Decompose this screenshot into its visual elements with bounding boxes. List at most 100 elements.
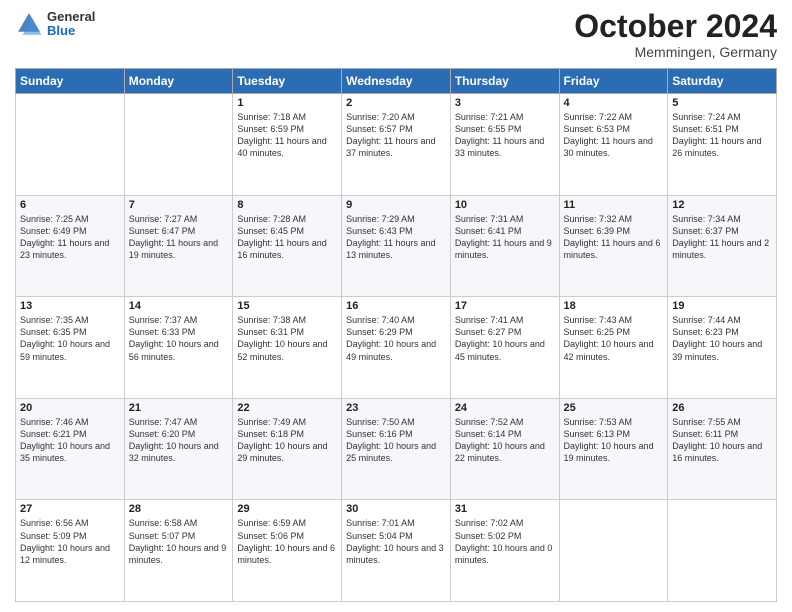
day-detail: Sunrise: 7:46 AM Sunset: 6:21 PM Dayligh…: [20, 416, 120, 465]
day-detail: Sunrise: 6:59 AM Sunset: 5:06 PM Dayligh…: [237, 517, 337, 566]
weekday-header-row: SundayMondayTuesdayWednesdayThursdayFrid…: [16, 69, 777, 94]
day-detail: Sunrise: 7:35 AM Sunset: 6:35 PM Dayligh…: [20, 314, 120, 363]
day-number: 27: [20, 503, 120, 515]
week-row-3: 13 Sunrise: 7:35 AM Sunset: 6:35 PM Dayli…: [16, 297, 777, 399]
calendar-table: SundayMondayTuesdayWednesdayThursdayFrid…: [15, 68, 777, 602]
week-row-2: 6 Sunrise: 7:25 AM Sunset: 6:49 PM Daylig…: [16, 195, 777, 297]
day-detail: Sunrise: 6:56 AM Sunset: 5:09 PM Dayligh…: [20, 517, 120, 566]
header: General Blue October 2024 Memmingen, Ger…: [15, 10, 777, 60]
day-number: 6: [20, 199, 120, 211]
day-cell: 20Sunrise: 7:46 AM Sunset: 6:21 PM Dayli…: [16, 398, 125, 500]
day-detail: Sunrise: 7:22 AM Sunset: 6:53 PM Dayligh…: [564, 111, 664, 160]
day-cell: [668, 500, 777, 602]
day-detail: Sunrise: 7:40 AM Sunset: 6:29 PM Dayligh…: [346, 314, 446, 363]
day-number: 11: [564, 199, 664, 211]
weekday-header-thursday: Thursday: [450, 69, 559, 94]
day-cell: [124, 94, 233, 196]
day-number: 7: [129, 199, 229, 211]
day-cell: 27 Sunrise: 6:56 AM Sunset: 5:09 PM Dayli…: [16, 500, 125, 602]
day-detail: Sunrise: 7:29 AM Sunset: 6:43 PM Dayligh…: [346, 213, 446, 262]
day-detail: Sunrise: 7:31 AM Sunset: 6:41 PM Dayligh…: [455, 213, 555, 262]
day-detail: Sunrise: 7:55 AM Sunset: 6:11 PM Dayligh…: [672, 416, 772, 465]
title-month: October 2024: [574, 10, 777, 42]
day-detail: Sunrise: 7:32 AM Sunset: 6:39 PM Dayligh…: [564, 213, 664, 262]
day-cell: 26 Sunrise: 7:55 AM Sunset: 6:11 PM Dayli…: [668, 398, 777, 500]
day-detail: Sunrise: 7:01 AM Sunset: 5:04 PM Dayligh…: [346, 517, 446, 566]
day-cell: 25Sunrise: 7:53 AM Sunset: 6:13 PM Dayli…: [559, 398, 668, 500]
day-cell: 5Sunrise: 7:24 AM Sunset: 6:51 PM Daylig…: [668, 94, 777, 196]
day-cell: 22Sunrise: 7:49 AM Sunset: 6:18 PM Dayli…: [233, 398, 342, 500]
week-row-5: 27 Sunrise: 6:56 AM Sunset: 5:09 PM Dayli…: [16, 500, 777, 602]
weekday-header-friday: Friday: [559, 69, 668, 94]
weekday-header-tuesday: Tuesday: [233, 69, 342, 94]
day-detail: Sunrise: 7:28 AM Sunset: 6:45 PM Dayligh…: [237, 213, 337, 262]
day-cell: 15 Sunrise: 7:38 AM Sunset: 6:31 PM Dayli…: [233, 297, 342, 399]
logo-icon: [15, 10, 43, 38]
day-cell: 31 Sunrise: 7:02 AM Sunset: 5:02 PM Dayli…: [450, 500, 559, 602]
day-detail: Sunrise: 7:02 AM Sunset: 5:02 PM Dayligh…: [455, 517, 555, 566]
day-cell: 17Sunrise: 7:41 AM Sunset: 6:27 PM Dayli…: [450, 297, 559, 399]
day-detail: Sunrise: 7:27 AM Sunset: 6:47 PM Dayligh…: [129, 213, 229, 262]
day-number: 29: [237, 503, 337, 515]
day-number: 18: [564, 300, 664, 312]
logo: General Blue: [15, 10, 95, 39]
day-cell: 24Sunrise: 7:52 AM Sunset: 6:14 PM Dayli…: [450, 398, 559, 500]
logo-text: General Blue: [47, 10, 95, 39]
day-number: 15: [237, 300, 337, 312]
weekday-header-wednesday: Wednesday: [342, 69, 451, 94]
day-number: 23: [346, 402, 446, 414]
day-detail: Sunrise: 7:49 AM Sunset: 6:18 PM Dayligh…: [237, 416, 337, 465]
day-detail: Sunrise: 7:41 AM Sunset: 6:27 PM Dayligh…: [455, 314, 555, 363]
day-number: 24: [455, 402, 555, 414]
day-cell: 8Sunrise: 7:28 AM Sunset: 6:45 PM Daylig…: [233, 195, 342, 297]
day-number: 12: [672, 199, 772, 211]
week-row-1: 1Sunrise: 7:18 AM Sunset: 6:59 PM Daylig…: [16, 94, 777, 196]
day-cell: 19 Sunrise: 7:44 AM Sunset: 6:23 PM Dayli…: [668, 297, 777, 399]
day-cell: 30 Sunrise: 7:01 AM Sunset: 5:04 PM Dayli…: [342, 500, 451, 602]
day-number: 3: [455, 97, 555, 109]
day-detail: Sunrise: 7:53 AM Sunset: 6:13 PM Dayligh…: [564, 416, 664, 465]
day-cell: 6 Sunrise: 7:25 AM Sunset: 6:49 PM Daylig…: [16, 195, 125, 297]
day-cell: 23Sunrise: 7:50 AM Sunset: 6:16 PM Dayli…: [342, 398, 451, 500]
day-cell: 28Sunrise: 6:58 AM Sunset: 5:07 PM Dayli…: [124, 500, 233, 602]
day-detail: Sunrise: 7:44 AM Sunset: 6:23 PM Dayligh…: [672, 314, 772, 363]
day-detail: Sunrise: 7:25 AM Sunset: 6:49 PM Dayligh…: [20, 213, 120, 262]
day-number: 16: [346, 300, 446, 312]
day-detail: Sunrise: 7:43 AM Sunset: 6:25 PM Dayligh…: [564, 314, 664, 363]
day-cell: 11 Sunrise: 7:32 AM Sunset: 6:39 PM Dayli…: [559, 195, 668, 297]
day-number: 13: [20, 300, 120, 312]
day-number: 5: [672, 97, 772, 109]
day-number: 21: [129, 402, 229, 414]
day-number: 26: [672, 402, 772, 414]
day-detail: Sunrise: 7:38 AM Sunset: 6:31 PM Dayligh…: [237, 314, 337, 363]
day-cell: 29 Sunrise: 6:59 AM Sunset: 5:06 PM Dayli…: [233, 500, 342, 602]
calendar-page: General Blue October 2024 Memmingen, Ger…: [0, 0, 792, 612]
day-detail: Sunrise: 7:18 AM Sunset: 6:59 PM Dayligh…: [237, 111, 337, 160]
day-cell: 12 Sunrise: 7:34 AM Sunset: 6:37 PM Dayli…: [668, 195, 777, 297]
day-cell: [16, 94, 125, 196]
day-cell: 16 Sunrise: 7:40 AM Sunset: 6:29 PM Dayli…: [342, 297, 451, 399]
day-number: 2: [346, 97, 446, 109]
day-number: 9: [346, 199, 446, 211]
day-detail: Sunrise: 7:34 AM Sunset: 6:37 PM Dayligh…: [672, 213, 772, 262]
day-number: 30: [346, 503, 446, 515]
day-number: 31: [455, 503, 555, 515]
weekday-header-sunday: Sunday: [16, 69, 125, 94]
day-number: 19: [672, 300, 772, 312]
day-cell: 2Sunrise: 7:20 AM Sunset: 6:57 PM Daylig…: [342, 94, 451, 196]
day-cell: 10Sunrise: 7:31 AM Sunset: 6:41 PM Dayli…: [450, 195, 559, 297]
week-row-4: 20Sunrise: 7:46 AM Sunset: 6:21 PM Dayli…: [16, 398, 777, 500]
weekday-header-saturday: Saturday: [668, 69, 777, 94]
day-detail: Sunrise: 7:21 AM Sunset: 6:55 PM Dayligh…: [455, 111, 555, 160]
day-number: 14: [129, 300, 229, 312]
title-block: October 2024 Memmingen, Germany: [574, 10, 777, 60]
title-location: Memmingen, Germany: [574, 44, 777, 60]
day-number: 4: [564, 97, 664, 109]
day-cell: 1Sunrise: 7:18 AM Sunset: 6:59 PM Daylig…: [233, 94, 342, 196]
day-cell: [559, 500, 668, 602]
logo-blue: Blue: [47, 24, 95, 38]
day-detail: Sunrise: 7:37 AM Sunset: 6:33 PM Dayligh…: [129, 314, 229, 363]
day-cell: 4 Sunrise: 7:22 AM Sunset: 6:53 PM Daylig…: [559, 94, 668, 196]
day-cell: 18 Sunrise: 7:43 AM Sunset: 6:25 PM Dayli…: [559, 297, 668, 399]
day-number: 28: [129, 503, 229, 515]
